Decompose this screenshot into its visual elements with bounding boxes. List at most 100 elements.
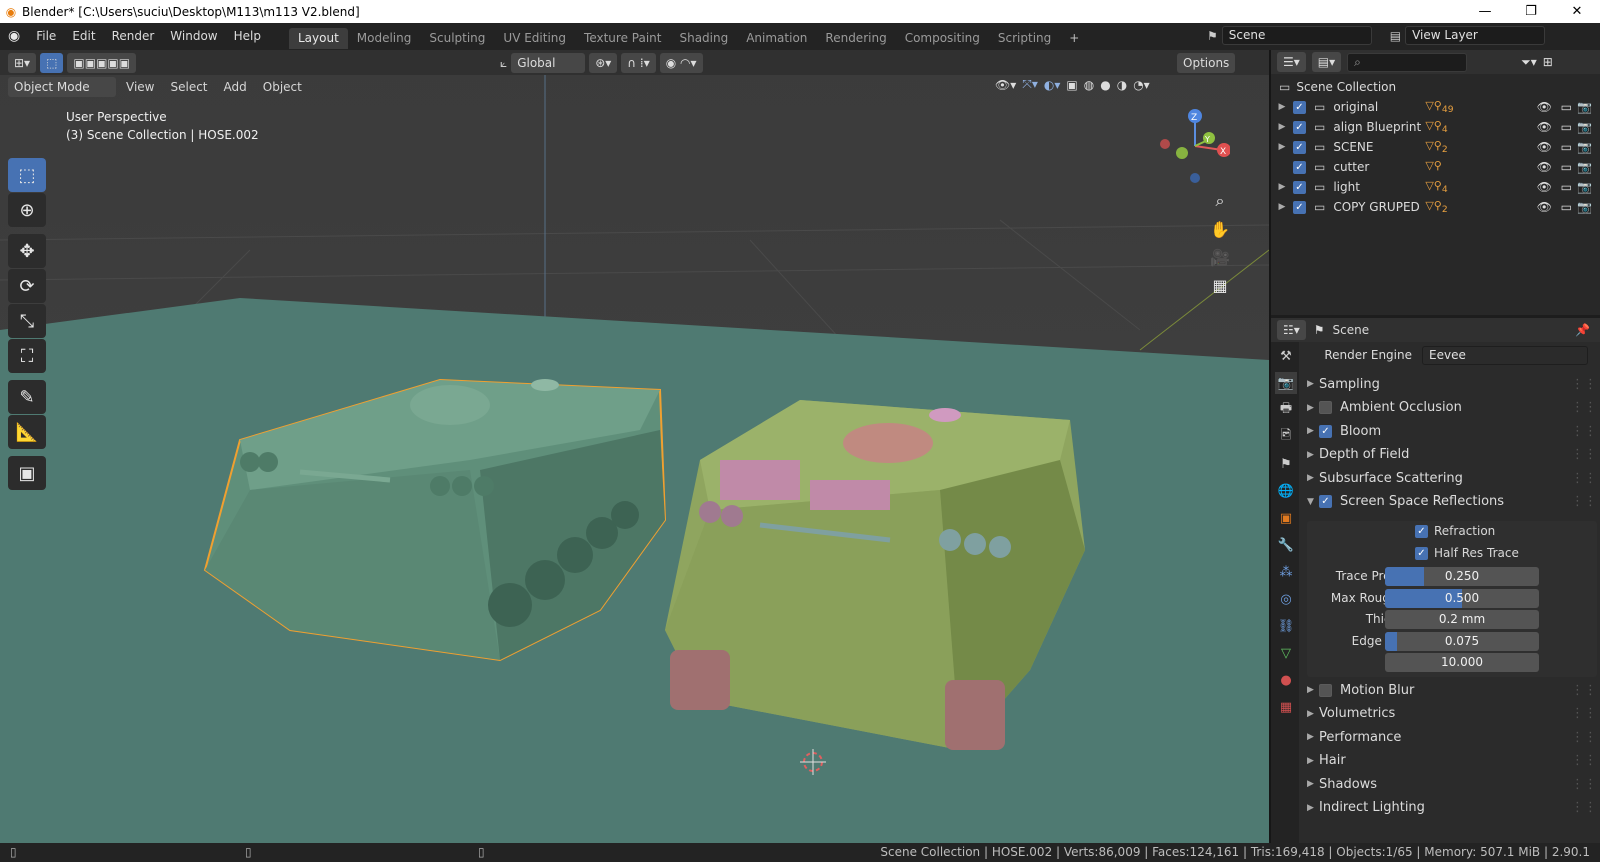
drag-handle-icon[interactable]: ⋮⋮: [1571, 683, 1597, 698]
outliner-row[interactable]: ▶ ✓ ▭ align Blueprint ▽⚲4 👁 ▭ 📷: [1271, 117, 1600, 137]
transform-orientation-dropdown[interactable]: Global: [511, 53, 586, 73]
value-slider[interactable]: 10.000: [1385, 653, 1539, 673]
measure-tool-icon[interactable]: 📐: [8, 415, 46, 449]
drag-handle-icon[interactable]: ⋮⋮: [1571, 400, 1597, 415]
outliner-row[interactable]: ▶ ✓ ▭ original ▽⚲49 👁 ▭ 📷: [1271, 97, 1600, 117]
exclude-checkbox[interactable]: ✓: [1293, 120, 1306, 134]
viewport-toggle-icon[interactable]: ▭: [1561, 200, 1572, 214]
scene-selector[interactable]: Scene: [1221, 26, 1372, 45]
outliner-row[interactable]: ✓ ▭ cutter ▽⚲ 👁 ▭ 📷: [1271, 157, 1600, 177]
menu-object[interactable]: Object: [257, 77, 308, 97]
tab-scripting[interactable]: Scripting: [989, 28, 1060, 49]
proportional-editing-icon[interactable]: ◉ ◠▾: [659, 53, 703, 73]
tab-rendering[interactable]: Rendering: [816, 28, 895, 49]
panel-enable-checkbox[interactable]: ✓: [1319, 495, 1332, 508]
maximize-button[interactable]: ❐: [1508, 0, 1554, 23]
value-slider[interactable]: 0.250: [1385, 567, 1539, 586]
panel-header[interactable]: ▶ Sampling ⋮⋮: [1307, 373, 1597, 395]
menu-help[interactable]: Help: [226, 23, 269, 50]
panel-header[interactable]: ▶ Motion Blur ⋮⋮: [1307, 679, 1597, 701]
drag-handle-icon[interactable]: ⋮⋮: [1571, 471, 1597, 486]
panel-header[interactable]: ▶ Shadows ⋮⋮: [1307, 773, 1597, 795]
tab-sculpting[interactable]: Sculpting: [420, 28, 494, 49]
gizmo-toggle-icon[interactable]: ⤧▾: [1022, 77, 1038, 92]
tab-layout[interactable]: Layout: [288, 27, 348, 49]
refraction-row[interactable]: ✓ Refraction: [1415, 524, 1495, 538]
object-tab-icon[interactable]: ▣: [1275, 507, 1297, 529]
shading-wireframe-icon[interactable]: ◍: [1084, 78, 1094, 92]
render-toggle-icon[interactable]: 📷: [1577, 180, 1592, 194]
panel-enable-checkbox[interactable]: [1319, 683, 1332, 697]
view-layer-tab-icon[interactable]: 🖻: [1275, 426, 1297, 448]
drag-handle-icon[interactable]: ⋮⋮: [1571, 377, 1597, 392]
select-box-icon[interactable]: ⬚: [40, 53, 64, 73]
panel-enable-checkbox[interactable]: ✓: [1319, 424, 1332, 438]
perspective-toggle-icon[interactable]: ▦: [1206, 271, 1234, 299]
scale-tool-icon[interactable]: ⤡: [8, 304, 46, 338]
drag-handle-icon[interactable]: ⋮⋮: [1571, 800, 1597, 815]
menu-file[interactable]: File: [28, 23, 64, 50]
visibility-eye-icon[interactable]: 👁: [1537, 180, 1552, 194]
tab-shading[interactable]: Shading: [670, 28, 737, 49]
properties-editor-type-icon[interactable]: ☷▾: [1277, 320, 1306, 340]
add-cube-tool-icon[interactable]: ▣: [8, 456, 46, 490]
exclude-checkbox[interactable]: ✓: [1293, 140, 1306, 154]
drag-handle-icon[interactable]: ⋮⋮: [1571, 447, 1597, 462]
exclude-checkbox[interactable]: ✓: [1293, 180, 1306, 194]
navigation-gizmo[interactable]: Z X Y: [1160, 108, 1231, 188]
shading-solid-icon[interactable]: ●: [1100, 78, 1110, 92]
new-collection-icon[interactable]: ⊞: [1543, 55, 1553, 69]
panel-header[interactable]: ▶ Volumetrics ⋮⋮: [1307, 703, 1597, 725]
visibility-icon[interactable]: 👁▾: [995, 78, 1016, 92]
add-workspace-button[interactable]: +: [1060, 28, 1088, 49]
menu-view[interactable]: View: [120, 77, 160, 97]
menu-window[interactable]: Window: [162, 23, 225, 50]
half-res-trace-checkbox[interactable]: ✓: [1415, 546, 1428, 560]
editor-type-icon[interactable]: ⊞▾: [8, 53, 37, 73]
rotate-tool-icon[interactable]: ⟳: [8, 269, 46, 303]
tab-compositing[interactable]: Compositing: [896, 28, 989, 49]
select-box-tool-icon[interactable]: ⬚: [8, 158, 46, 192]
panel-enable-checkbox[interactable]: [1319, 401, 1332, 414]
pin-icon[interactable]: 📌: [1575, 323, 1590, 337]
shading-rendered-icon[interactable]: ◔▾: [1133, 78, 1150, 92]
value-slider[interactable]: 0.2 mm: [1385, 610, 1539, 630]
drag-handle-icon[interactable]: ⋮⋮: [1571, 730, 1597, 745]
camera-view-icon[interactable]: 🎥: [1206, 243, 1234, 271]
outliner-editor-type-icon[interactable]: ☰▾: [1277, 52, 1306, 72]
outliner-row[interactable]: ▶ ✓ ▭ COPY GRUPED ▽⚲2 👁 ▭ 📷: [1271, 197, 1600, 217]
zoom-icon[interactable]: ⌕: [1206, 187, 1234, 215]
viewport-toggle-icon[interactable]: ▭: [1561, 140, 1572, 154]
cursor-tool-icon[interactable]: ⊕: [8, 193, 46, 227]
tab-uv-editing[interactable]: UV Editing: [494, 28, 575, 49]
expand-arrow-icon[interactable]: ▶: [1271, 102, 1293, 112]
panel-header[interactable]: ▶ ✓ Bloom ⋮⋮: [1307, 420, 1597, 442]
close-button[interactable]: ✕: [1554, 0, 1600, 23]
render-tab-icon[interactable]: 📷: [1275, 372, 1297, 394]
scene-tab-icon[interactable]: ⚑: [1275, 453, 1297, 475]
exclude-checkbox[interactable]: ✓: [1293, 100, 1306, 114]
xray-icon[interactable]: ▣: [1066, 78, 1077, 92]
viewport-toggle-icon[interactable]: ▭: [1561, 160, 1572, 174]
viewport-toggle-icon[interactable]: ▭: [1561, 100, 1572, 114]
drag-handle-icon[interactable]: ⋮⋮: [1571, 424, 1597, 439]
pivot-point-icon[interactable]: ⊛▾: [589, 53, 618, 73]
texture-tab-icon[interactable]: ▦: [1275, 696, 1297, 718]
mode-dropdown[interactable]: Object Mode: [8, 77, 116, 97]
panel-header[interactable]: ▶ Indirect Lighting ⋮⋮: [1307, 797, 1597, 819]
display-mode-icon[interactable]: ▤▾: [1311, 52, 1342, 72]
panel-header[interactable]: ▶ Depth of Field ⋮⋮: [1307, 444, 1597, 466]
render-toggle-icon[interactable]: 📷: [1577, 100, 1592, 114]
tab-texture-paint[interactable]: Texture Paint: [575, 28, 670, 49]
visibility-eye-icon[interactable]: 👁: [1537, 120, 1552, 134]
expand-arrow-icon[interactable]: ▶: [1271, 122, 1293, 132]
expand-arrow-icon[interactable]: ▶: [1271, 142, 1293, 152]
render-toggle-icon[interactable]: 📷: [1577, 140, 1592, 154]
material-tab-icon[interactable]: ●: [1275, 669, 1297, 691]
world-tab-icon[interactable]: 🌐: [1275, 480, 1297, 502]
panel-header[interactable]: ▶ Hair ⋮⋮: [1307, 750, 1597, 772]
viewport-toggle-icon[interactable]: ▭: [1561, 180, 1572, 194]
view-layer-selector[interactable]: View Layer: [1405, 26, 1546, 45]
menu-render[interactable]: Render: [104, 23, 163, 50]
overlays-icon[interactable]: ◐▾: [1044, 78, 1061, 92]
